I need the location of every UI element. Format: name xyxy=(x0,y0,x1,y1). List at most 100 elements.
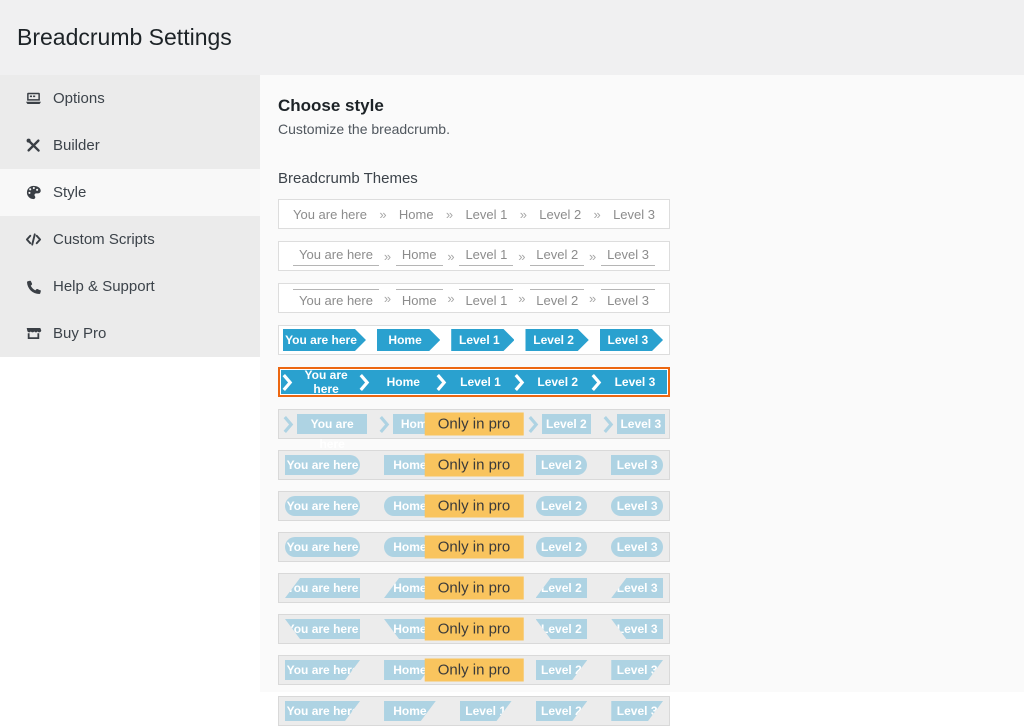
crumb: You are here xyxy=(293,289,379,308)
sidebar-nav: Options Builder Style Custom Scripts xyxy=(0,75,260,357)
chevron-icon xyxy=(359,374,370,391)
page-title: Breadcrumb Settings xyxy=(17,24,232,51)
pro-badge: Only in pro xyxy=(425,454,524,477)
pro-badge: Only in pro xyxy=(425,618,524,641)
crumb: You are here xyxy=(294,368,358,396)
section-subheading: Customize the breadcrumb. xyxy=(278,121,1024,137)
sidebar-item-label: Builder xyxy=(53,137,100,154)
sidebar-item-custom-scripts[interactable]: Custom Scripts xyxy=(0,216,260,263)
crumb: Level 2 xyxy=(536,496,588,516)
crumb: Level 3 xyxy=(611,701,663,721)
chevron-icon xyxy=(528,416,539,433)
sidebar-item-label: Buy Pro xyxy=(53,325,106,342)
crumb: Level 2 xyxy=(542,414,590,434)
crumb: Level 2 xyxy=(539,207,581,222)
chevron-icon xyxy=(436,374,447,391)
tools-icon xyxy=(25,137,42,154)
crumb: Home xyxy=(384,701,436,721)
crumb: You are here xyxy=(285,496,360,516)
sidebar-item-options[interactable]: Options xyxy=(0,75,260,122)
crumb: Level 3 xyxy=(601,289,655,308)
crumb: Home xyxy=(399,207,434,222)
crumb: Level 3 xyxy=(611,619,663,639)
sidebar-item-label: Custom Scripts xyxy=(53,231,155,248)
theme-option-pro-rounded-right[interactable]: You are here Home Level 1 Level 2 Level … xyxy=(278,450,670,480)
pro-badge: Only in pro xyxy=(425,536,524,559)
crumb: Level 1 xyxy=(448,375,512,389)
section-heading: Choose style xyxy=(278,96,1024,116)
theme-option-pro-rounded[interactable]: You are here Home Level 1 Level 2 Level … xyxy=(278,491,670,521)
crumb: You are here xyxy=(297,414,367,434)
separator: » xyxy=(594,207,601,222)
crumb: Level 3 xyxy=(603,375,667,389)
crumb: Level 1 xyxy=(459,289,513,308)
crumb-arrow: Home xyxy=(377,329,440,351)
chevron-icon xyxy=(514,374,525,391)
crumb: You are here xyxy=(285,578,360,598)
theme-option-solid-arrows[interactable]: You are here Home Level 1 Level 2 Level … xyxy=(278,325,670,355)
crumb: Level 3 xyxy=(611,578,663,598)
separator: » xyxy=(379,207,386,222)
chevron-icon xyxy=(379,416,390,433)
crumb: Level 1 xyxy=(460,701,512,721)
sidebar-item-buy-pro[interactable]: Buy Pro xyxy=(0,310,260,357)
crumb: Level 2 xyxy=(530,289,584,308)
pro-badge: Only in pro xyxy=(425,413,524,436)
crumb: Level 1 xyxy=(459,247,513,266)
crumb: Level 2 xyxy=(536,537,588,557)
sidebar-item-label: Style xyxy=(53,184,86,201)
crumb: You are here xyxy=(285,701,360,721)
theme-option-pro-chevron-segments[interactable]: You are here Home Level 1 Level 2 Level … xyxy=(278,409,670,439)
theme-option-pro-partial[interactable]: You are here Home Level 1 Level 2 Level … xyxy=(278,696,670,726)
theme-option-pro-slant-top-left[interactable]: You are here Home Level 1 Level 2 Level … xyxy=(278,573,670,603)
crumb: Level 2 xyxy=(530,247,584,266)
separator: » xyxy=(518,291,525,306)
theme-option-pro-slant-right[interactable]: You are here Home Level 1 Level 2 Level … xyxy=(278,655,670,685)
crumb: Level 2 xyxy=(536,578,588,598)
theme-option-pro-slant-bottom-left[interactable]: You are here Home Level 1 Level 2 Level … xyxy=(278,614,670,644)
chevron-icon xyxy=(283,416,294,433)
sidebar-item-builder[interactable]: Builder xyxy=(0,122,260,169)
theme-option-plain[interactable]: You are here » Home » Level 1 » Level 2 … xyxy=(278,199,670,229)
sidebar: Options Builder Style Custom Scripts xyxy=(0,75,260,692)
crumb: Level 2 xyxy=(536,701,588,721)
chevron-bar: You are here Home Level 1 Level 2 Level … xyxy=(281,370,667,394)
crumb: Level 2 xyxy=(536,660,588,680)
theme-option-pro-pill[interactable]: You are here Home Level 1 Level 2 Level … xyxy=(278,532,670,562)
sidebar-item-label: Help & Support xyxy=(53,278,155,295)
crumb: Level 3 xyxy=(611,455,663,475)
crumb: Level 3 xyxy=(611,660,663,680)
crumb: You are here xyxy=(285,537,360,557)
separator: » xyxy=(589,249,596,264)
crumb: Level 3 xyxy=(601,247,655,266)
crumb: Level 3 xyxy=(611,496,663,516)
crumb: Home xyxy=(371,375,435,389)
crumb: You are here xyxy=(285,455,360,475)
crumb: You are here xyxy=(293,207,367,222)
crumb: You are here xyxy=(285,619,360,639)
crumb: Level 2 xyxy=(536,455,588,475)
crumb-arrow: You are here xyxy=(283,329,366,351)
crumb: Level 2 xyxy=(536,619,588,639)
sidebar-item-label: Options xyxy=(53,90,105,107)
crumb: Level 3 xyxy=(613,207,655,222)
crumb-arrow: Level 1 xyxy=(451,329,514,351)
pro-badge: Only in pro xyxy=(425,577,524,600)
theme-option-underline[interactable]: You are here » Home » Level 1 » Level 2 … xyxy=(278,241,670,271)
chevron-icon xyxy=(603,416,614,433)
crumb-arrow: Level 2 xyxy=(525,329,588,351)
pro-badge: Only in pro xyxy=(425,659,524,682)
separator: » xyxy=(446,207,453,222)
store-icon xyxy=(25,325,42,342)
crumb: Home xyxy=(396,247,443,266)
crumb: Level 3 xyxy=(617,414,665,434)
pro-badge: Only in pro xyxy=(425,495,524,518)
theme-option-overline[interactable]: You are here » Home » Level 1 » Level 2 … xyxy=(278,283,670,313)
separator: » xyxy=(589,291,596,306)
sidebar-item-help-support[interactable]: Help & Support xyxy=(0,263,260,310)
separator: » xyxy=(384,249,391,264)
theme-option-chevron-bar-selected[interactable]: You are here Home Level 1 Level 2 Level … xyxy=(278,367,670,397)
crumb: Level 3 xyxy=(611,537,663,557)
code-icon xyxy=(25,231,42,248)
sidebar-item-style[interactable]: Style xyxy=(0,169,260,216)
